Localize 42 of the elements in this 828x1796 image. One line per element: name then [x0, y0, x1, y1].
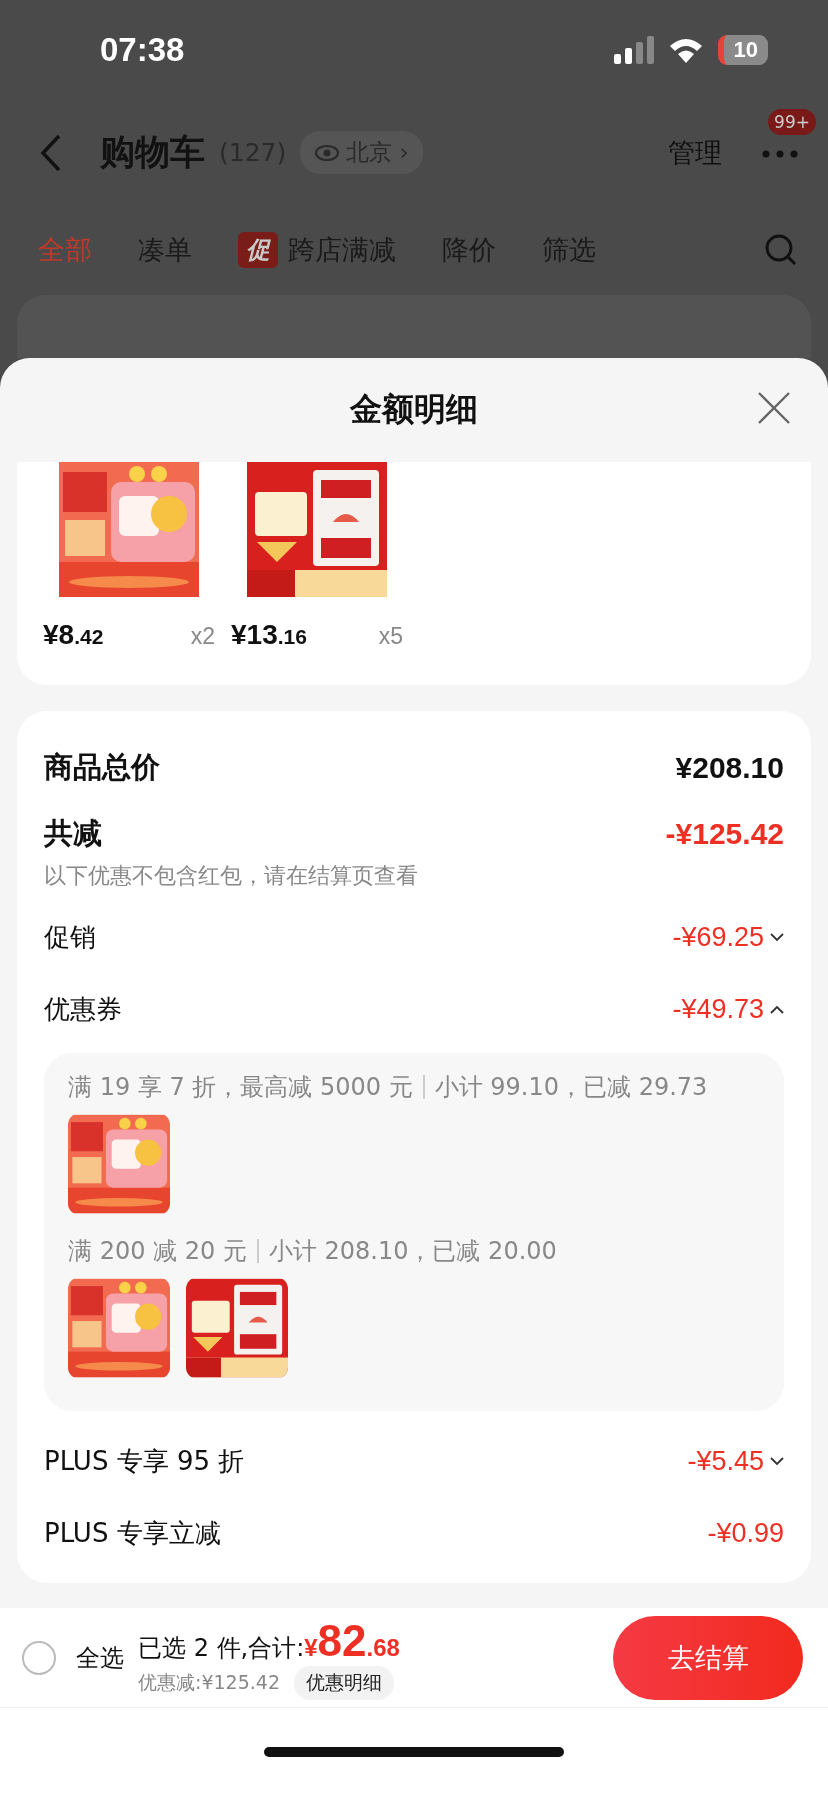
page-title: 购物车 [100, 131, 205, 174]
filter-tab[interactable]: 全部 [38, 232, 92, 268]
chevron-up-icon[interactable] [770, 1004, 784, 1014]
reduction-note: 以下优惠不包含红包，请在结算页查看 [44, 862, 419, 890]
discount-label: 优惠券 [44, 992, 122, 1026]
total-value: ¥208.10 [675, 751, 784, 785]
saving-text: 优惠减:¥125.42 [138, 1669, 280, 1695]
promo-tag: 促 [238, 232, 278, 268]
reduction-value: -¥125.42 [665, 817, 784, 851]
selected-summary: 已选 2 件,合计: [138, 1632, 305, 1664]
item-quantity: x2 [190, 623, 215, 650]
total-label: 商品总价 [44, 749, 160, 786]
discount-label: PLUS 专享 95 折 [44, 1444, 245, 1478]
signal-icon [613, 36, 654, 64]
close-button[interactable] [756, 390, 792, 426]
discount-detail-button[interactable]: 优惠明细 [294, 1665, 394, 1700]
coupon-subtotal: 小计 208.10，已减 20.00 [268, 1236, 557, 1267]
chevron-down-icon[interactable] [770, 1456, 784, 1466]
notification-badge: 99+ [768, 109, 816, 135]
chevron-down-icon[interactable] [770, 932, 784, 942]
coupon-rule: 满 19 享 7 折，最高减 5000 元 [68, 1072, 413, 1103]
discount-value: -¥5.45 [687, 1445, 764, 1477]
item-price: ¥13.16 [231, 619, 307, 651]
eye-icon [314, 143, 341, 162]
select-all-label: 全选 [76, 1642, 124, 1674]
discount-label: 促销 [44, 920, 96, 954]
reduction-label: 共减 [44, 815, 102, 852]
discount-value: -¥49.73 [672, 993, 764, 1025]
coupon-subtotal: 小计 99.10，已减 29.73 [434, 1072, 708, 1103]
coupon-rule: 满 200 减 20 元 [68, 1236, 247, 1267]
status-time: 07:38 [100, 31, 185, 69]
checkout-button[interactable]: 去结算 [613, 1615, 803, 1700]
item-quantity: x5 [378, 623, 403, 650]
sheet-title: 金额明细 [350, 389, 478, 430]
grand-total: ¥82.68 [304, 1615, 400, 1666]
discount-value: -¥69.25 [672, 921, 764, 953]
select-all-radio[interactable] [22, 1640, 56, 1675]
discount-label: PLUS 专享立减 [44, 1516, 221, 1550]
manage-button[interactable]: 管理 [662, 133, 728, 172]
battery-level: 10 [717, 35, 768, 65]
item-price: ¥8.42 [43, 619, 104, 651]
discount-value: -¥0.99 [707, 1517, 784, 1549]
